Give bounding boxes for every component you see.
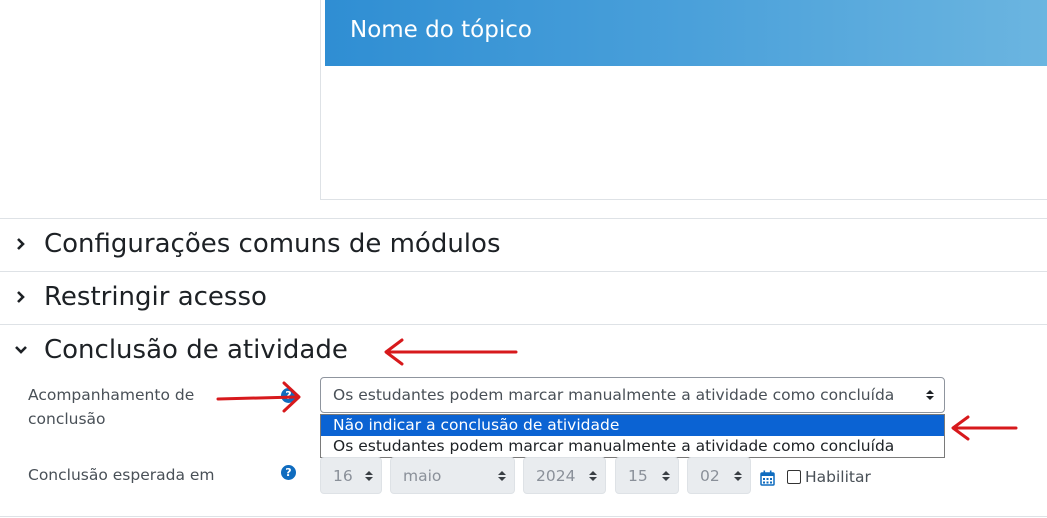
question-circle-icon[interactable]: ? xyxy=(281,388,296,403)
section-restrict-access[interactable]: Restringir acesso xyxy=(14,277,267,317)
section-divider xyxy=(0,218,1047,219)
month-value: maio xyxy=(403,466,442,485)
day-select[interactable]: 16 xyxy=(320,457,382,494)
completion-tracking-label: Acompanhamento de conclusão xyxy=(28,383,194,431)
select-updown-icon xyxy=(365,470,373,481)
section-title-common-modules[interactable]: Configurações comuns de módulos xyxy=(44,229,501,259)
minute-value: 02 xyxy=(700,466,720,485)
hour-select[interactable]: 15 xyxy=(615,457,679,494)
red-arrow-annotation xyxy=(384,338,518,366)
day-value: 16 xyxy=(333,466,353,485)
enable-date-checkbox[interactable] xyxy=(787,470,801,484)
chevron-right-icon[interactable] xyxy=(14,290,28,304)
completion-tracking-selected-value: Os estudantes podem marcar manualmente a… xyxy=(333,386,895,404)
minute-select[interactable]: 02 xyxy=(687,457,751,494)
dropdown-option-manual-completion[interactable]: Os estudantes podem marcar manualmente a… xyxy=(321,436,944,457)
section-common-modules[interactable]: Configurações comuns de módulos xyxy=(14,224,501,264)
question-circle-icon[interactable]: ? xyxy=(281,465,296,480)
month-select[interactable]: maio xyxy=(390,457,515,494)
enable-date-label[interactable]: Habilitar xyxy=(805,468,871,486)
dropdown-option-no-completion[interactable]: Não indicar a conclusão de atividade xyxy=(321,415,944,436)
section-activity-completion[interactable]: Conclusão de atividade xyxy=(14,330,348,370)
select-updown-icon xyxy=(662,470,670,481)
hour-value: 15 xyxy=(628,466,648,485)
section-divider xyxy=(0,271,1047,272)
select-updown-icon xyxy=(589,470,597,481)
section-divider xyxy=(0,324,1047,325)
select-updown-icon xyxy=(734,470,742,481)
topic-preview-title: Nome do tópico xyxy=(350,17,532,43)
section-title-restrict-access[interactable]: Restringir acesso xyxy=(44,282,267,312)
completion-tracking-select[interactable]: Os estudantes podem marcar manualmente a… xyxy=(320,377,945,413)
select-updown-icon xyxy=(498,470,506,481)
completion-tracking-label-line2: conclusão xyxy=(28,410,106,428)
chevron-down-icon[interactable] xyxy=(14,343,28,357)
red-arrow-annotation xyxy=(951,415,1018,441)
completion-tracking-label-line1: Acompanhamento de xyxy=(28,386,195,404)
year-select[interactable]: 2024 xyxy=(523,457,606,494)
section-divider xyxy=(0,516,1047,517)
year-value: 2024 xyxy=(536,466,576,485)
select-updown-icon xyxy=(926,390,934,400)
enable-date-control[interactable]: Habilitar xyxy=(787,468,871,486)
section-title-activity-completion[interactable]: Conclusão de atividade xyxy=(44,335,348,365)
completion-tracking-dropdown[interactable]: Não indicar a conclusão de atividade Os … xyxy=(320,414,945,458)
calendar-icon[interactable] xyxy=(760,470,775,486)
chevron-right-icon[interactable] xyxy=(14,237,28,251)
expected-completion-label: Conclusão esperada em xyxy=(28,466,215,484)
